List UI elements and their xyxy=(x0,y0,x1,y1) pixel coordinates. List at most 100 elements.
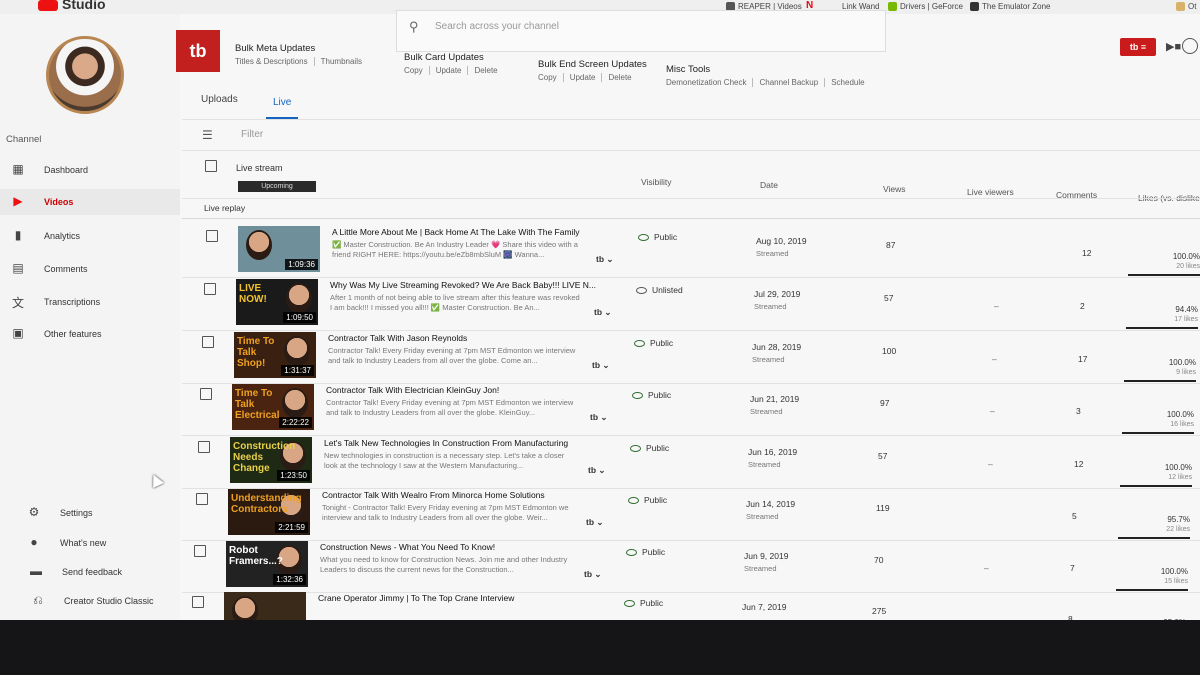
tb-link-endscreen-update[interactable]: Update xyxy=(562,73,596,82)
visibility-cell[interactable]: Public xyxy=(626,547,665,557)
tab-live[interactable]: Live xyxy=(273,97,291,108)
select-all-checkbox[interactable] xyxy=(205,160,217,172)
row-checkbox[interactable] xyxy=(194,545,206,557)
tb-link-card-delete[interactable]: Delete xyxy=(467,66,498,75)
live-viewers-column-header[interactable]: Live viewers xyxy=(967,187,1014,197)
video-thumbnail[interactable]: 1:09:36 xyxy=(238,226,320,272)
bookmark-geforce[interactable]: Drivers | GeForce xyxy=(888,2,963,12)
row-checkbox[interactable] xyxy=(204,283,216,295)
tb-link-schedule[interactable]: Schedule xyxy=(824,78,865,87)
video-title[interactable]: Let's Talk New Technologies In Construct… xyxy=(324,438,568,448)
search-input[interactable]: Search across your channel xyxy=(435,21,559,32)
sidebar-item-analytics[interactable]: ▮ Analytics xyxy=(0,223,180,249)
sidebar-item-other-features[interactable]: ▣ Other features xyxy=(0,321,180,347)
table-row[interactable]: Time To Talk Electrical 2:22:22 Contract… xyxy=(182,384,1200,438)
row-checkbox[interactable] xyxy=(206,230,218,242)
sidebar-item-videos[interactable]: ▶ Videos xyxy=(0,189,180,215)
visibility-column-header[interactable]: Visibility xyxy=(641,177,672,187)
bookmark-other[interactable]: Ot xyxy=(1176,2,1196,12)
tb-link-endscreen-delete[interactable]: Delete xyxy=(601,73,632,82)
table-row[interactable]: 1:09:36 A Little More About Me | Back Ho… xyxy=(182,226,1200,280)
row-checkbox[interactable] xyxy=(192,596,204,608)
sidebar-item-transcriptions[interactable]: 文 Transcriptions xyxy=(0,289,180,315)
row-checkbox[interactable] xyxy=(198,441,210,453)
tubebuddy-menu-button[interactable]: tb ≡ xyxy=(1120,38,1156,56)
account-icon[interactable] xyxy=(1182,38,1198,54)
tb-link-endscreen-copy[interactable]: Copy xyxy=(538,73,557,82)
video-title[interactable]: Contractor Talk With Jason Reynolds xyxy=(328,333,467,343)
sidebar-item-dashboard[interactable]: ▦ Dashboard xyxy=(0,157,180,183)
comments-count[interactable]: 17 xyxy=(1078,354,1087,364)
video-title[interactable]: Contractor Talk With Wealro From Minorca… xyxy=(322,490,545,500)
tabs-divider xyxy=(182,119,1200,120)
views-column-header[interactable]: Views xyxy=(883,184,906,194)
comments-count[interactable]: 5 xyxy=(1072,511,1077,521)
comments-count[interactable]: 3 xyxy=(1076,406,1081,416)
video-thumbnail[interactable]: Construction Needs Change 1:23:50 xyxy=(230,437,312,483)
table-row[interactable]: LIVE NOW! 1:09:50 Why Was My Live Stream… xyxy=(182,279,1200,333)
bookmark-emulator-zone[interactable]: The Emulator Zone xyxy=(970,2,1050,12)
tb-link-thumbnails[interactable]: Thumbnails xyxy=(313,57,362,66)
tubebuddy-row-menu[interactable]: tb ⌄ xyxy=(588,465,606,476)
tb-group-misc-tools: Misc Tools Demonetization Check Channel B… xyxy=(666,64,865,87)
tab-uploads[interactable]: Uploads xyxy=(201,94,238,105)
tubebuddy-row-menu[interactable]: tb ⌄ xyxy=(596,254,614,265)
visibility-cell[interactable]: Public xyxy=(630,443,669,453)
sidebar-item-comments[interactable]: ▤ Comments xyxy=(0,256,180,282)
channel-avatar[interactable] xyxy=(46,36,124,114)
table-row[interactable]: Understanding Contractors 2:21:59 Contra… xyxy=(182,489,1200,543)
row-checkbox[interactable] xyxy=(196,493,208,505)
video-title[interactable]: A Little More About Me | Back Home At Th… xyxy=(332,227,580,237)
video-title[interactable]: Contractor Talk With Electrician KleinGu… xyxy=(326,385,499,395)
tb-link-card-copy[interactable]: Copy xyxy=(404,66,423,75)
sidebar-item-creator-studio-classic[interactable]: ⎌ Creator Studio Classic xyxy=(0,588,180,614)
comments-count[interactable]: 7 xyxy=(1070,563,1075,573)
table-row[interactable]: Crane Operator Jimmy | To The Top Crane … xyxy=(182,592,1200,620)
search-bar[interactable]: ⚲ Search across your channel xyxy=(396,10,886,52)
table-row[interactable]: Robot Framers...? 1:32:36 Construction N… xyxy=(182,541,1200,595)
video-thumbnail[interactable]: Time To Talk Electrical 2:22:22 xyxy=(232,384,314,430)
sidebar-item-whats-new[interactable]: ● What's new xyxy=(0,530,180,556)
comments-count[interactable]: 12 xyxy=(1074,459,1083,469)
studio-logo[interactable]: Studio xyxy=(38,0,106,12)
video-thumbnail[interactable]: Robot Framers...? 1:32:36 xyxy=(226,541,308,587)
video-thumbnail[interactable]: LIVE NOW! 1:09:50 xyxy=(236,279,318,325)
tubebuddy-row-menu[interactable]: tb ⌄ xyxy=(584,569,602,580)
video-thumbnail[interactable] xyxy=(224,592,306,620)
table-row[interactable]: Construction Needs Change 1:23:50 Let's … xyxy=(182,437,1200,491)
row-checkbox[interactable] xyxy=(202,336,214,348)
comments-count[interactable]: 12 xyxy=(1082,248,1091,258)
date-column-header[interactable]: Date xyxy=(760,180,778,190)
tubebuddy-row-menu[interactable]: tb ⌄ xyxy=(590,412,608,423)
visibility-cell[interactable]: Public xyxy=(638,232,677,242)
table-row[interactable]: Time To Talk Shop! 1:31:37 Contractor Ta… xyxy=(182,332,1200,386)
video-thumbnail[interactable]: Time To Talk Shop! 1:31:37 xyxy=(234,332,316,378)
tb-link-channel-backup[interactable]: Channel Backup xyxy=(752,78,819,87)
tubebuddy-row-menu[interactable]: tb ⌄ xyxy=(586,517,604,528)
analytics-icon: ▮ xyxy=(14,228,22,242)
visibility-cell[interactable]: Public xyxy=(628,495,667,505)
upcoming-thumbnail[interactable]: Upcoming xyxy=(238,181,316,192)
row-checkbox[interactable] xyxy=(200,388,212,400)
tubebuddy-logo[interactable]: tb xyxy=(176,30,220,72)
video-title[interactable]: Construction News - What You Need To Kno… xyxy=(320,542,495,552)
create-video-icon[interactable]: ▶■ xyxy=(1166,40,1181,53)
tb-link-demonetization-check[interactable]: Demonetization Check xyxy=(666,78,746,87)
filter-input[interactable]: Filter xyxy=(241,129,263,140)
chevron-down-icon: ⌄ xyxy=(602,360,610,370)
sidebar-item-send-feedback[interactable]: ▬ Send feedback xyxy=(0,559,180,585)
sidebar-item-settings[interactable]: ⚙ Settings xyxy=(0,500,180,526)
video-title[interactable]: Crane Operator Jimmy | To The Top Crane … xyxy=(318,593,514,603)
video-thumbnail[interactable]: Understanding Contractors 2:21:59 xyxy=(228,489,310,535)
tubebuddy-row-menu[interactable]: tb ⌄ xyxy=(594,307,612,318)
tubebuddy-row-menu[interactable]: tb ⌄ xyxy=(592,360,610,371)
tb-link-card-update[interactable]: Update xyxy=(428,66,462,75)
visibility-cell[interactable]: Public xyxy=(624,598,663,608)
comments-count[interactable]: 2 xyxy=(1080,301,1085,311)
visibility-cell[interactable]: Unlisted xyxy=(636,285,683,295)
tb-link-titles-descriptions[interactable]: Titles & Descriptions xyxy=(235,57,308,66)
visibility-cell[interactable]: Public xyxy=(632,390,671,400)
visibility-cell[interactable]: Public xyxy=(634,338,673,348)
filter-icon[interactable]: ☰ xyxy=(202,128,213,142)
video-title[interactable]: Why Was My Live Streaming Revoked? We Ar… xyxy=(330,280,596,290)
